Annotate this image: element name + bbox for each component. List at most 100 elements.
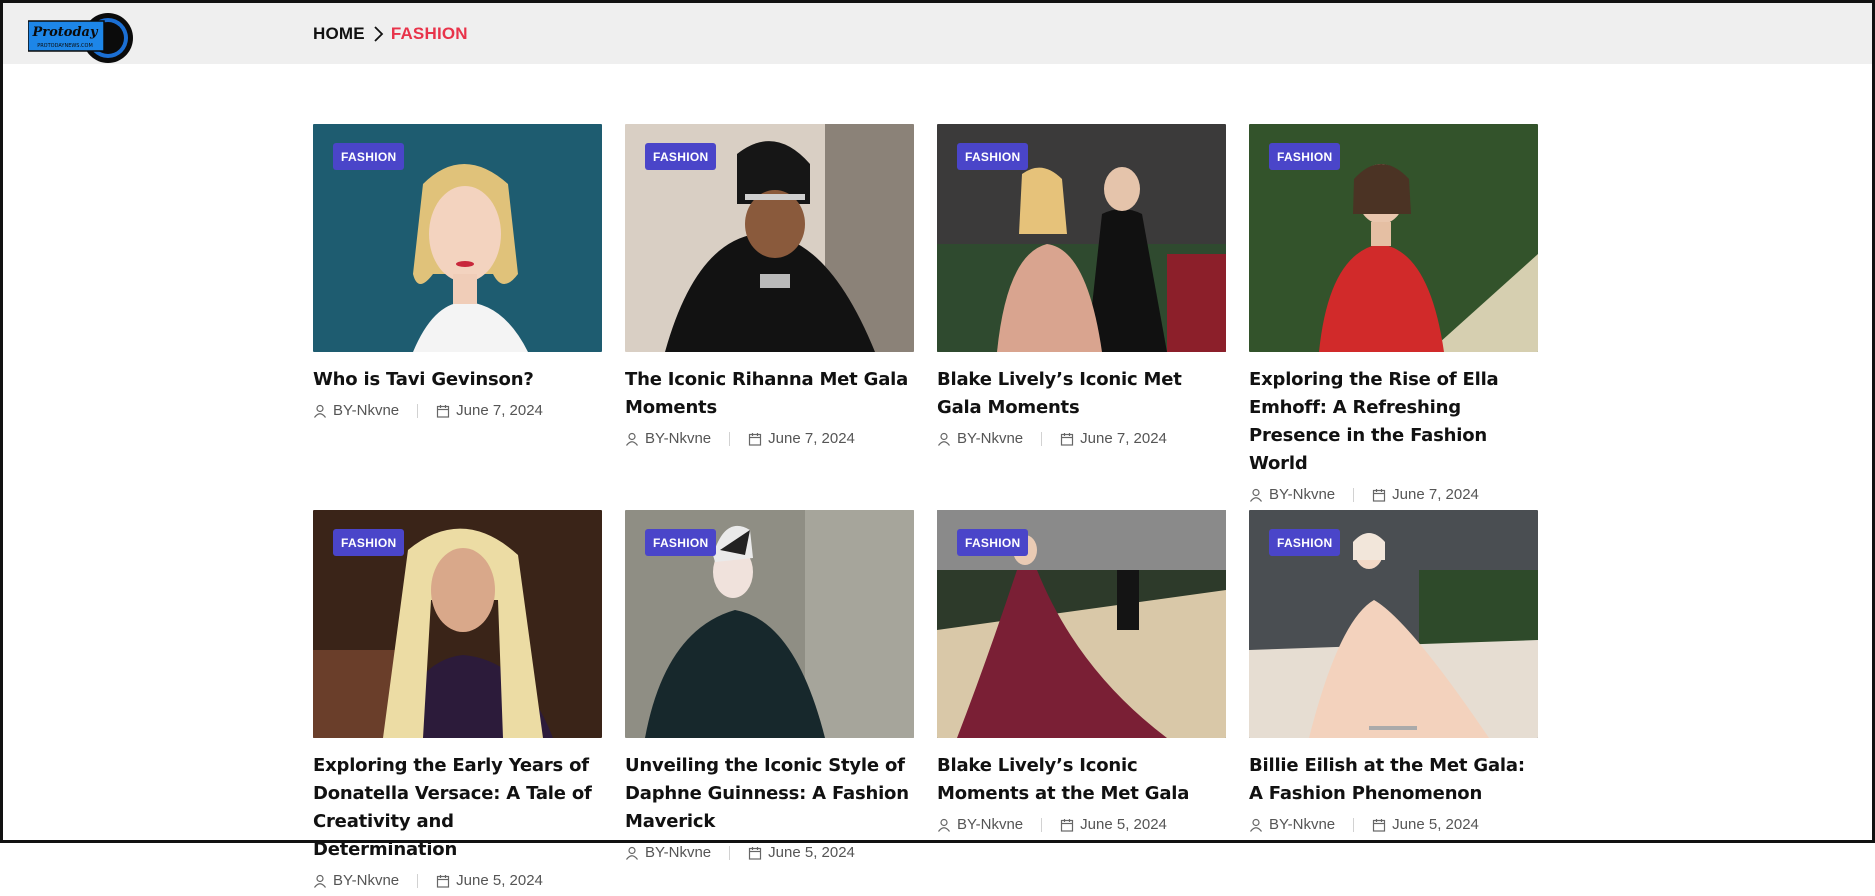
calendar-icon xyxy=(749,846,762,860)
post-meta: BY-Nkvne June 5, 2024 xyxy=(313,872,602,889)
post-date: June 5, 2024 xyxy=(1060,816,1167,833)
author-name: BY-Nkvne xyxy=(645,430,712,447)
meta-divider xyxy=(729,845,731,860)
date-text: June 7, 2024 xyxy=(768,430,855,447)
date-text: June 5, 2024 xyxy=(1392,816,1479,833)
post-card: FASHION Billie Eilish at the Met Gala: A… xyxy=(1249,510,1538,896)
post-thumbnail[interactable]: FASHION xyxy=(937,510,1226,738)
breadcrumb-home-link[interactable]: HOME xyxy=(313,24,365,44)
post-author[interactable]: BY-Nkvne xyxy=(625,430,711,447)
post-date: June 7, 2024 xyxy=(1060,430,1167,447)
post-card: FASHION Blake Lively’s Iconic Moments at… xyxy=(937,510,1226,896)
post-meta: BY-Nkvne June 7, 2024 xyxy=(937,430,1226,447)
post-thumbnail[interactable]: FASHION xyxy=(313,510,602,738)
category-badge[interactable]: FASHION xyxy=(1269,529,1341,556)
user-icon xyxy=(314,404,326,418)
user-icon xyxy=(938,818,950,832)
chevron-right-icon xyxy=(371,24,385,44)
post-meta: BY-Nkvne June 7, 2024 xyxy=(625,430,914,447)
category-badge[interactable]: FASHION xyxy=(957,143,1029,170)
post-thumbnail[interactable]: FASHION xyxy=(1249,510,1538,738)
user-icon xyxy=(1250,818,1262,832)
logo-text: Protoday xyxy=(31,25,98,40)
post-thumbnail[interactable]: FASHION xyxy=(625,124,914,352)
post-card: FASHION Blake Lively’s Iconic Met Gala M… xyxy=(937,124,1226,510)
calendar-icon xyxy=(749,432,762,446)
post-author[interactable]: BY-Nkvne xyxy=(313,872,399,889)
category-badge[interactable]: FASHION xyxy=(333,529,405,556)
user-icon xyxy=(938,432,950,446)
author-name: BY-Nkvne xyxy=(1269,486,1336,503)
category-badge[interactable]: FASHION xyxy=(957,529,1029,556)
post-grid: FASHION Who is Tavi Gevinson? BY-Nkvne J… xyxy=(313,124,1538,896)
post-meta: BY-Nkvne June 5, 2024 xyxy=(1249,816,1538,833)
user-icon xyxy=(626,432,638,446)
post-date: June 7, 2024 xyxy=(436,402,543,419)
post-title[interactable]: Who is Tavi Gevinson? xyxy=(313,352,602,394)
author-name: BY-Nkvne xyxy=(645,844,712,861)
author-name: BY-Nkvne xyxy=(957,816,1024,833)
post-author[interactable]: BY-Nkvne xyxy=(1249,486,1335,503)
calendar-icon xyxy=(1061,818,1074,832)
post-author[interactable]: BY-Nkvne xyxy=(625,844,711,861)
post-card: FASHION Unveiling the Iconic Style of Da… xyxy=(625,510,914,896)
meta-divider xyxy=(729,431,731,446)
logo-subtext: PROTODAYNEWS.COM xyxy=(37,43,93,49)
date-text: June 7, 2024 xyxy=(1392,486,1479,503)
author-name: BY-Nkvne xyxy=(333,402,400,419)
post-card: FASHION Who is Tavi Gevinson? BY-Nkvne J… xyxy=(313,124,602,510)
post-meta: BY-Nkvne June 5, 2024 xyxy=(625,844,914,861)
date-text: June 7, 2024 xyxy=(456,402,543,419)
meta-divider xyxy=(1041,431,1043,446)
meta-divider xyxy=(1353,817,1355,832)
meta-divider xyxy=(417,873,419,888)
category-badge[interactable]: FASHION xyxy=(645,529,717,556)
date-text: June 5, 2024 xyxy=(456,872,543,889)
post-date: June 5, 2024 xyxy=(436,872,543,889)
post-meta: BY-Nkvne June 7, 2024 xyxy=(313,402,602,419)
post-title[interactable]: Exploring the Rise of Ella Emhoff: A Ref… xyxy=(1249,352,1538,478)
meta-divider xyxy=(417,403,419,418)
post-date: June 5, 2024 xyxy=(748,844,855,861)
calendar-icon xyxy=(1061,432,1074,446)
post-thumbnail[interactable]: FASHION xyxy=(625,510,914,738)
post-author[interactable]: BY-Nkvne xyxy=(937,816,1023,833)
calendar-icon xyxy=(437,404,450,418)
post-title[interactable]: Blake Lively’s Iconic Met Gala Moments xyxy=(937,352,1226,422)
post-thumbnail[interactable]: FASHION xyxy=(1249,124,1538,352)
user-icon xyxy=(1250,488,1262,502)
author-name: BY-Nkvne xyxy=(1269,816,1336,833)
post-author[interactable]: BY-Nkvne xyxy=(937,430,1023,447)
meta-divider xyxy=(1041,817,1043,832)
date-text: June 7, 2024 xyxy=(1080,430,1167,447)
breadcrumb-current: FASHION xyxy=(390,24,468,43)
category-badge[interactable]: FASHION xyxy=(1269,143,1341,170)
post-meta: BY-Nkvne June 7, 2024 xyxy=(1249,486,1538,503)
post-date: June 5, 2024 xyxy=(1372,816,1479,833)
date-text: June 5, 2024 xyxy=(1080,816,1167,833)
post-title[interactable]: Exploring the Early Years of Donatella V… xyxy=(313,738,602,864)
post-date: June 7, 2024 xyxy=(748,430,855,447)
post-thumbnail[interactable]: FASHION xyxy=(937,124,1226,352)
calendar-icon xyxy=(1373,818,1386,832)
calendar-icon xyxy=(1373,488,1386,502)
breadcrumb: HOME FASHION xyxy=(313,22,468,46)
category-badge[interactable]: FASHION xyxy=(645,143,717,170)
site-logo[interactable]: Protoday PROTODAYNEWS.COM xyxy=(27,12,140,64)
post-title[interactable]: Blake Lively’s Iconic Moments at the Met… xyxy=(937,738,1226,808)
category-badge[interactable]: FASHION xyxy=(333,143,405,170)
post-title[interactable]: Billie Eilish at the Met Gala: A Fashion… xyxy=(1249,738,1538,808)
author-name: BY-Nkvne xyxy=(957,430,1024,447)
author-name: BY-Nkvne xyxy=(333,872,400,889)
post-meta: BY-Nkvne June 5, 2024 xyxy=(937,816,1226,833)
post-card: FASHION Exploring the Early Years of Don… xyxy=(313,510,602,896)
date-text: June 5, 2024 xyxy=(768,844,855,861)
header-bar: Protoday PROTODAYNEWS.COM HOME FASHION xyxy=(0,0,1875,64)
post-title[interactable]: Unveiling the Iconic Style of Daphne Gui… xyxy=(625,738,914,836)
post-author[interactable]: BY-Nkvne xyxy=(1249,816,1335,833)
user-icon xyxy=(314,874,326,888)
post-title[interactable]: The Iconic Rihanna Met Gala Moments xyxy=(625,352,914,422)
user-icon xyxy=(626,846,638,860)
post-author[interactable]: BY-Nkvne xyxy=(313,402,399,419)
post-thumbnail[interactable]: FASHION xyxy=(313,124,602,352)
